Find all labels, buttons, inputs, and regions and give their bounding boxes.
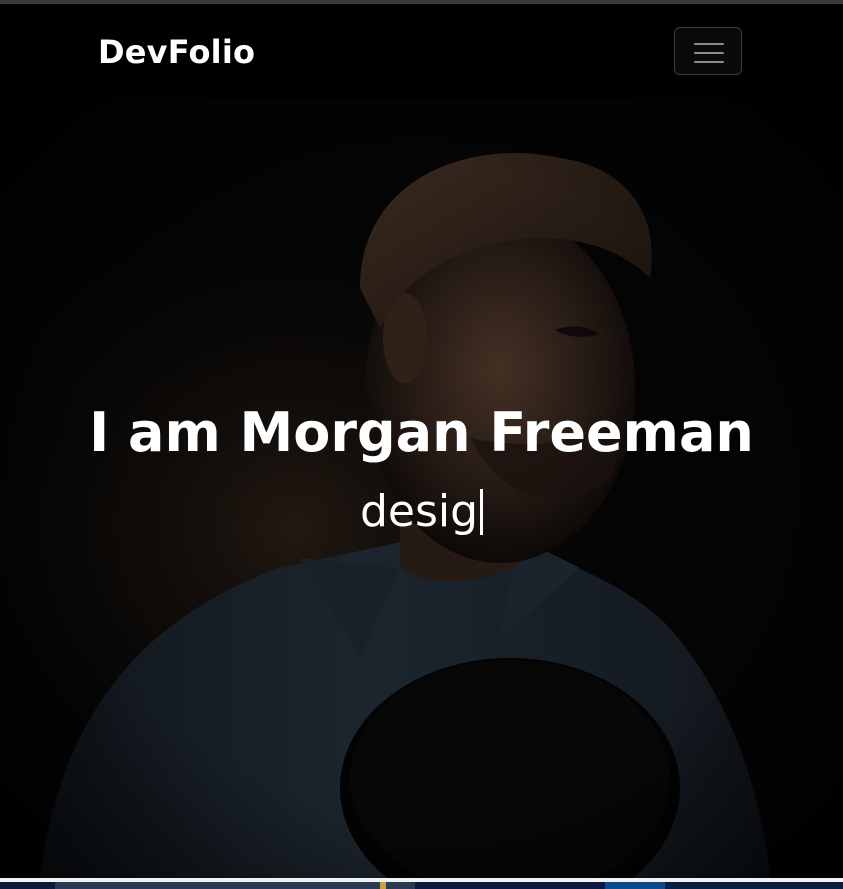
page: DevFolio I am Morgan Freeman desig — [0, 0, 843, 889]
navbar-toggler-button[interactable] — [674, 27, 742, 75]
hero-section: I am Morgan Freeman desig — [0, 98, 843, 878]
hero-title: I am Morgan Freeman — [89, 401, 754, 464]
typing-cursor — [480, 489, 484, 535]
navbar: DevFolio — [0, 4, 843, 98]
typed-text: desig — [359, 486, 479, 537]
brand-logo-link[interactable]: DevFolio — [98, 32, 255, 72]
next-section-preview — [0, 882, 843, 889]
hero-typed-subtitle: desig — [0, 484, 843, 540]
hamburger-menu-icon — [694, 41, 724, 63]
